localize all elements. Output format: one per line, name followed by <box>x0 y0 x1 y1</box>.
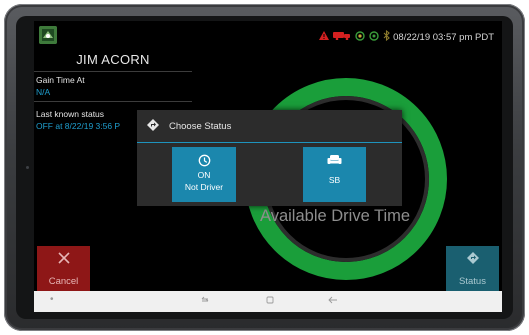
bluetooth-icon[interactable] <box>383 29 390 44</box>
app-screen: 08/22/19 03:57 pm PDT JIM ACORN Gain Tim… <box>34 21 502 312</box>
truck-icon[interactable] <box>333 31 351 43</box>
warning-icon[interactable] <box>319 31 329 43</box>
option-sb-label: SB <box>328 175 341 185</box>
last-status-label: Last known status <box>36 109 105 119</box>
choose-status-dialog: Choose Status ON Not Driver SB <box>137 110 402 206</box>
home-square-icon[interactable] <box>265 295 275 308</box>
status-bar: 08/22/19 03:57 pm PDT <box>34 21 502 51</box>
dot-icon[interactable]: • <box>50 294 54 305</box>
status-icons <box>319 29 390 44</box>
dialog-title: Choose Status <box>169 121 232 132</box>
dialog-header: Choose Status <box>137 110 402 142</box>
recents-arrows-icon[interactable] <box>200 295 210 308</box>
last-status-value: OFF at 8/22/19 3:56 P <box>36 121 121 131</box>
nav-bar: • <box>34 291 502 312</box>
close-icon <box>57 252 70 264</box>
sync-icon[interactable] <box>369 30 379 44</box>
directions-icon <box>466 252 479 264</box>
back-arrow-icon[interactable] <box>328 295 338 308</box>
dialog-divider <box>137 142 402 143</box>
clock-icon <box>198 154 210 167</box>
option-on-sublabel: Not Driver <box>184 182 224 192</box>
option-on-label: ON <box>197 170 211 180</box>
cancel-button[interactable]: Cancel <box>37 246 90 291</box>
status-button[interactable]: Status <box>446 246 499 291</box>
datetime-text: 08/22/19 03:57 pm PDT <box>393 32 494 43</box>
available-drive-time-label: Available Drive Time <box>260 207 411 225</box>
directions-icon <box>147 119 159 131</box>
driver-name: JIM ACORN <box>76 52 150 67</box>
divider <box>34 71 192 72</box>
cancel-label: Cancel <box>48 276 79 287</box>
app-logo-icon[interactable] <box>39 26 57 44</box>
gps-icon[interactable] <box>355 30 365 44</box>
sofa-icon <box>327 155 342 164</box>
divider <box>34 101 192 102</box>
sleeper-berth-button[interactable]: SB <box>303 147 366 202</box>
gain-time-label: Gain Time At <box>36 75 85 85</box>
sensor-dot <box>26 166 29 169</box>
gain-time-value: N/A <box>36 87 51 97</box>
on-not-driver-button[interactable]: ON Not Driver <box>172 147 236 202</box>
status-label: Status <box>459 276 486 287</box>
